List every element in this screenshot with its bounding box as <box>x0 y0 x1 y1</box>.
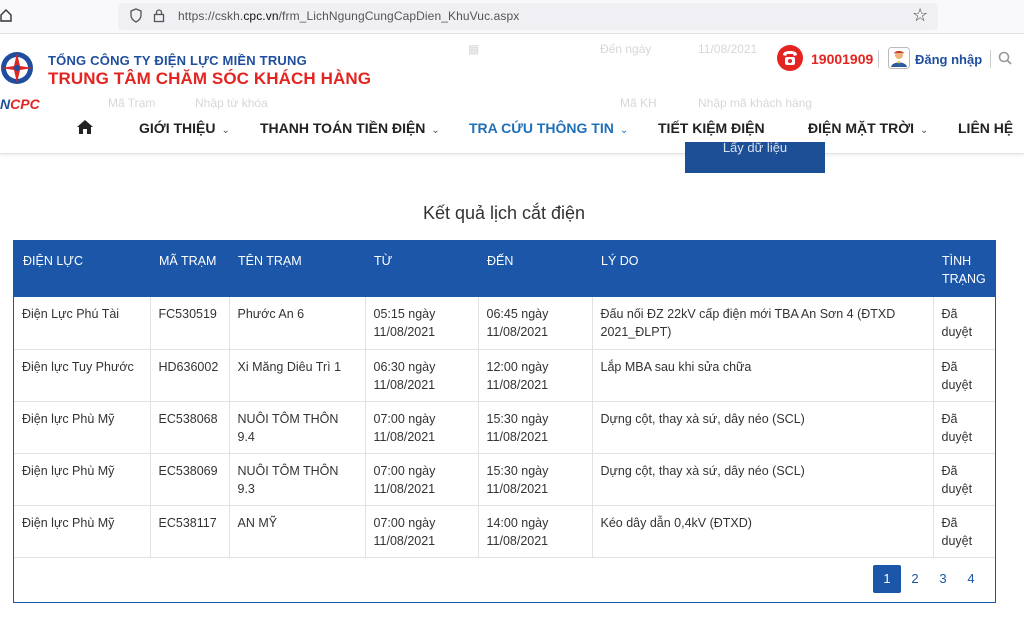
header-divider <box>878 50 879 68</box>
chevron-down-icon: ⌄ <box>431 125 440 136</box>
fetch-data-button[interactable]: Lấy dữ liệu <box>685 142 825 173</box>
col-header-dien-luc: ĐIỆN LỰC <box>23 254 83 268</box>
logo-text[interactable]: NCPC <box>0 96 40 112</box>
cell-den: 12:00 ngày 11/08/2021 <box>477 348 593 402</box>
cell-tinh-trang: Đã duyệt <box>932 297 995 350</box>
nav-gioi-thieu[interactable]: GIỚI THIỆU ⌄ <box>139 120 230 136</box>
table-row: Điện lực Phù Mỹ EC538117 AN MỸ 07:00 ngà… <box>14 504 995 558</box>
cell-dien-luc: Điện lực Tuy Phước <box>14 348 151 402</box>
nav-dien-mat-troi[interactable]: ĐIỆN MẶT TRỜI ⌄ <box>808 120 928 136</box>
col-header-tinh-trang: TÌNH TRẠNG <box>942 254 986 286</box>
cell-dien-luc: Điện lực Phù Mỹ <box>14 400 151 454</box>
cell-ma-tram: EC538068 <box>149 400 230 454</box>
cell-ten-tram: Xi Măng Diêu Trì 1 <box>228 348 366 402</box>
cell-ten-tram: NUÔI TÔM THÔN 9.3 <box>228 452 366 506</box>
cell-tinh-trang: Đã duyệt <box>932 400 995 454</box>
cell-ly-do: Đấu nối ĐZ 22kV cấp điện mới TBA An Sơn … <box>591 297 934 350</box>
ghost-customer-input: Nhập mã khách hàng <box>698 96 813 110</box>
cell-ma-tram: HD636002 <box>149 348 230 402</box>
chevron-down-icon: ⌄ <box>619 125 629 136</box>
ghost-to-date-label: Đến ngày <box>600 42 652 56</box>
table-row: Điện Lực Phú Tài FC530519 Phước An 6 05:… <box>14 297 995 350</box>
cell-tu: 05:15 ngày 11/08/2021 <box>364 297 479 350</box>
home-icon[interactable] <box>0 8 14 24</box>
cell-den: 15:30 ngày 11/08/2021 <box>477 452 593 506</box>
nav-tra-cuu[interactable]: TRA CỨU THÔNG TIN ⌄ <box>469 120 628 136</box>
page-3-button[interactable]: 3 <box>929 565 957 593</box>
chevron-down-icon: ⌄ <box>920 125 929 136</box>
ghost-station-input: Nhập từ khóa <box>195 96 268 110</box>
login-link[interactable]: Đăng nhập <box>915 52 982 67</box>
company-name[interactable]: TỔNG CÔNG TY ĐIỆN LỰC MIỀN TRUNG <box>48 53 307 68</box>
col-header-ten-tram: TÊN TRẠM <box>238 254 302 268</box>
table-header-row: ĐIỆN LỰC MÃ TRẠM TÊN TRẠM TỪ ĐẾN LÝ DO T… <box>14 241 995 297</box>
cell-dien-luc: Điện Lực Phú Tài <box>14 297 151 350</box>
cell-den: 14:00 ngày 11/08/2021 <box>477 504 593 558</box>
table-row: Điện lực Phù Mỹ EC538069 NUÔI TÔM THÔN 9… <box>14 452 995 506</box>
browser-toolbar: https://cskh.cpc.vn/frm_LichNgungCungCap… <box>0 0 1024 34</box>
cell-dien-luc: Điện lực Phù Mỹ <box>14 452 151 506</box>
result-title: Kết quả lịch cắt điện <box>422 203 586 223</box>
page-4-button[interactable]: 4 <box>957 565 985 593</box>
pagination: 1 2 3 4 <box>873 565 985 593</box>
lock-icon[interactable] <box>153 8 165 23</box>
col-header-ma-tram: MÃ TRẠM <box>159 254 217 268</box>
nav-lien-he[interactable]: LIÊN HỆ <box>958 120 1013 136</box>
home-icon[interactable] <box>76 118 94 136</box>
cell-ly-do: Dựng cột, thay xà sứ, dây néo (SCL) <box>591 400 934 454</box>
cell-ten-tram: NUÔI TÔM THÔN 9.4 <box>228 400 366 454</box>
col-header-tu: TỪ <box>374 254 393 268</box>
cell-ma-tram: EC538069 <box>149 452 230 506</box>
chevron-down-icon: ⌄ <box>221 125 230 136</box>
header-divider <box>990 50 991 68</box>
search-icon[interactable] <box>998 51 1012 65</box>
cell-tu: 06:30 ngày 11/08/2021 <box>364 348 479 402</box>
calendar-icon: ▦ <box>468 42 480 56</box>
ghost-to-date-value: 11/08/2021 <box>698 42 758 56</box>
hotline-number[interactable]: 19001909 <box>811 51 873 67</box>
cell-tu: 07:00 ngày 11/08/2021 <box>364 504 479 558</box>
col-header-den: ĐẾN <box>487 254 514 268</box>
page-2-button[interactable]: 2 <box>901 565 929 593</box>
cell-ly-do: Lắp MBA sau khi sửa chữa <box>591 348 934 402</box>
cell-tinh-trang: Đã duyệt <box>932 452 995 506</box>
cell-den: 15:30 ngày 11/08/2021 <box>477 400 593 454</box>
nav-thanh-toan[interactable]: THANH TOÁN TIỀN ĐIỆN ⌄ <box>260 120 440 136</box>
ghost-station-label: Mã Trạm <box>108 96 156 110</box>
ghost-customer-label: Mã KH <box>620 96 657 110</box>
evn-logo-icon[interactable] <box>0 44 40 94</box>
url-text[interactable]: https://cskh.cpc.vn/frm_LichNgungCungCap… <box>178 9 519 23</box>
outage-table-container: ĐIỆN LỰC MÃ TRẠM TÊN TRẠM TỪ ĐẾN LÝ DO T… <box>13 240 996 603</box>
cell-ten-tram: Phước An 6 <box>228 297 366 350</box>
main-nav: GIỚI THIỆU ⌄ THANH TOÁN TIỀN ĐIỆN ⌄ TRA CỨ… <box>0 118 1024 140</box>
col-header-ly-do: LÝ DO <box>601 254 639 268</box>
cell-ly-do: Kéo dây dẫn 0,4kV (ĐTXD) <box>591 504 934 558</box>
bookmark-star-icon[interactable]: ☆ <box>912 5 928 26</box>
site-header: Đến ngày 11/08/2021 Mã Trạm Nhập từ khóa… <box>0 34 1024 154</box>
center-name[interactable]: TRUNG TÂM CHĂM SÓC KHÁCH HÀNG <box>48 69 371 89</box>
table-row: Điện lực Phù Mỹ EC538068 NUÔI TÔM THÔN 9… <box>14 400 995 454</box>
cell-tinh-trang: Đã duyệt <box>932 504 995 558</box>
cell-tinh-trang: Đã duyệt <box>932 348 995 402</box>
cell-ten-tram: AN MỸ <box>228 504 366 558</box>
table-row: Điện lực Tuy Phước HD636002 Xi Măng Diêu… <box>14 348 995 402</box>
cell-ma-tram: EC538117 <box>149 504 230 558</box>
cell-tu: 07:00 ngày 11/08/2021 <box>364 452 479 506</box>
page-1-button[interactable]: 1 <box>873 565 901 593</box>
shield-icon[interactable] <box>130 8 142 23</box>
cell-dien-luc: Điện lực Phù Mỹ <box>14 504 151 558</box>
cell-den: 06:45 ngày 11/08/2021 <box>477 297 593 350</box>
cell-tu: 07:00 ngày 11/08/2021 <box>364 400 479 454</box>
cell-ly-do: Dựng cột, thay xà sứ, dây néo (SCL) <box>591 452 934 506</box>
user-avatar-icon[interactable] <box>888 47 910 69</box>
phone-icon <box>777 45 803 71</box>
nav-tiet-kiem[interactable]: TIẾT KIỆM ĐIỆN <box>658 120 765 136</box>
outage-schedule-table: ĐIỆN LỰC MÃ TRẠM TÊN TRẠM TỪ ĐẾN LÝ DO T… <box>14 241 995 558</box>
cell-ma-tram: FC530519 <box>149 297 230 350</box>
